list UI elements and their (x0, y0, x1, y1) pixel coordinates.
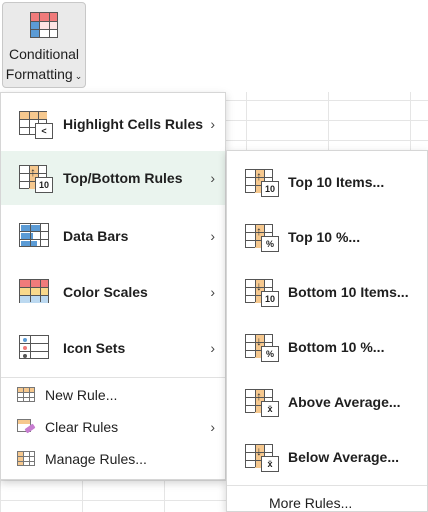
menu-item-label: Clear Rules (45, 419, 119, 435)
data-bars-icon (19, 221, 53, 251)
submenu-item-bottom-10-percent[interactable]: ↓ % Bottom 10 %... (227, 320, 427, 374)
submenu-item-above-average[interactable]: ↑ x̄ Above Average... (227, 375, 427, 429)
icon-badge: 10 (261, 291, 279, 307)
menu-item-label: Highlight Cells Rules (63, 116, 204, 132)
submenu-item-label: Bottom 10 %... (288, 339, 385, 355)
chevron-right-icon: › (210, 284, 215, 300)
chevron-down-icon: ⌄ (74, 71, 83, 81)
icon-badge: % (261, 236, 279, 252)
icon-badge: % (261, 346, 279, 362)
submenu-item-label: More Rules... (269, 495, 353, 511)
bottom-10-items-icon: ↓ 10 (245, 277, 279, 307)
top-10-items-icon: ↑ 10 (245, 167, 279, 197)
top-bottom-rules-submenu: ↑ 10 Top 10 Items... ↑ % Top 10 %... ↓ 1… (226, 150, 428, 512)
conditional-formatting-icon (28, 12, 60, 40)
new-rule-icon (17, 387, 35, 403)
chevron-right-icon: › (210, 419, 215, 435)
menu-item-new-rule[interactable]: New Rule... (1, 379, 225, 411)
icon-badge: x̄ (261, 456, 279, 472)
icon-badge: x̄ (261, 401, 279, 417)
submenu-divider (227, 485, 427, 486)
top-bottom-icon: ↑ 10 (19, 163, 53, 193)
submenu-item-bottom-10-items[interactable]: ↓ 10 Bottom 10 Items... (227, 265, 427, 319)
menu-item-clear-rules[interactable]: Clear Rules › (1, 411, 225, 443)
menu-item-label: New Rule... (45, 387, 118, 403)
menu-divider (1, 377, 225, 378)
menu-item-label: Manage Rules... (45, 451, 147, 467)
button-label-text: Formatting (5, 66, 73, 82)
chevron-right-icon: › (210, 170, 215, 186)
chevron-right-icon: › (210, 228, 215, 244)
submenu-item-top-10-percent[interactable]: ↑ % Top 10 %... (227, 210, 427, 264)
submenu-item-label: Above Average... (288, 394, 401, 410)
ten-badge: 10 (35, 177, 53, 193)
menu-item-icon-sets[interactable]: Icon Sets › (1, 321, 225, 375)
submenu-item-more-rules[interactable]: More Rules... (227, 489, 427, 512)
menu-item-label: Top/Bottom Rules (63, 170, 183, 186)
color-scales-icon (19, 277, 53, 307)
top-10-percent-icon: ↑ % (245, 222, 279, 252)
chevron-right-icon: › (210, 116, 215, 132)
menu-item-data-bars[interactable]: Data Bars › (1, 209, 225, 263)
above-average-icon: ↑ x̄ (245, 387, 279, 417)
conditional-formatting-menu: < Highlight Cells Rules › ↑ 10 Top/Botto… (0, 92, 226, 480)
submenu-item-label: Top 10 %... (288, 229, 361, 245)
bottom-10-percent-icon: ↓ % (245, 332, 279, 362)
button-label-line2: Formatting ⌄ (6, 64, 82, 86)
manage-rules-icon (17, 451, 35, 467)
menu-item-color-scales[interactable]: Color Scales › (1, 265, 225, 319)
clear-rules-icon (17, 419, 36, 435)
menu-item-label: Icon Sets (63, 340, 126, 356)
icon-badge: 10 (261, 181, 279, 197)
button-label-line1: Conditional (8, 46, 80, 62)
submenu-item-label: Top 10 Items... (288, 174, 385, 190)
below-average-icon: ↓ x̄ (245, 442, 279, 472)
icon-sets-icon (19, 333, 53, 363)
menu-item-label: Data Bars (63, 228, 129, 244)
conditional-formatting-button[interactable]: Conditional Formatting ⌄ (2, 2, 86, 88)
chevron-right-icon: › (210, 340, 215, 356)
menu-item-label: Color Scales (63, 284, 148, 300)
submenu-item-label: Bottom 10 Items... (288, 284, 409, 300)
submenu-item-below-average[interactable]: ↓ x̄ Below Average... (227, 430, 427, 484)
less-than-badge: < (35, 123, 53, 139)
menu-item-top-bottom-rules[interactable]: ↑ 10 Top/Bottom Rules › (1, 151, 225, 205)
submenu-item-label: Below Average... (288, 449, 400, 465)
submenu-item-top-10-items[interactable]: ↑ 10 Top 10 Items... (227, 155, 427, 209)
highlight-cells-icon: < (19, 109, 53, 139)
menu-item-highlight-cells-rules[interactable]: < Highlight Cells Rules › (1, 97, 225, 151)
menu-item-manage-rules[interactable]: Manage Rules... (1, 443, 225, 475)
